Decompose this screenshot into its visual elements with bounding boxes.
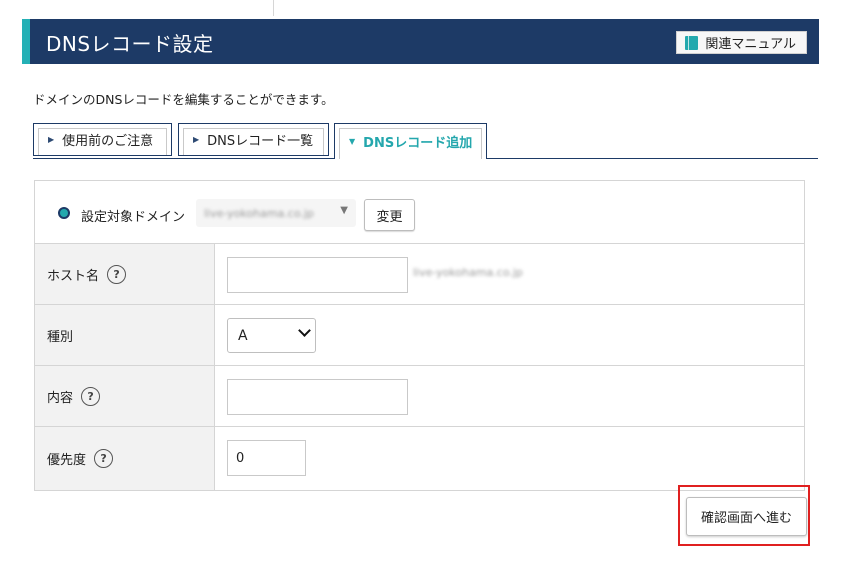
domain-select-value: live-yokohama.co.jp bbox=[204, 206, 314, 220]
help-icon[interactable]: ? bbox=[94, 449, 114, 468]
domain-select[interactable]: live-yokohama.co.jp ▼ bbox=[196, 199, 356, 227]
tab-dns-list[interactable]: ▶ DNSレコード一覧 bbox=[178, 123, 329, 156]
book-icon bbox=[685, 35, 699, 50]
form-row-type: 種別 A bbox=[35, 305, 804, 366]
triangle-right-icon: ▶ bbox=[48, 135, 55, 144]
form-row-content: 内容 ? bbox=[35, 366, 804, 427]
record-type-value: A bbox=[238, 327, 248, 344]
tab-dns-add[interactable]: ▼ DNSレコード追加 bbox=[334, 123, 487, 159]
proceed-to-confirm-button[interactable]: 確認画面へ進む bbox=[686, 497, 807, 536]
related-manual-label: 関連マニュアル bbox=[705, 37, 796, 52]
tab-label: DNSレコード一覧 bbox=[207, 134, 314, 149]
tab-bar: ▶ 使用前のご注意 ▶ DNSレコード一覧 ▼ DNSレコード追加 bbox=[33, 123, 818, 159]
priority-input[interactable]: 0 bbox=[227, 440, 306, 476]
form-row-host: ホスト名 ? live-yokohama.co.jp bbox=[35, 244, 804, 305]
host-input[interactable] bbox=[227, 257, 408, 293]
priority-label: 優先度 bbox=[47, 453, 87, 468]
content-label: 内容 bbox=[47, 390, 74, 406]
type-label: 種別 bbox=[47, 329, 74, 345]
change-domain-button[interactable]: 変更 bbox=[364, 199, 415, 231]
row-label-type: 種別 bbox=[35, 305, 215, 365]
row-label-content: 内容 ? bbox=[35, 366, 215, 426]
triangle-down-icon: ▼ bbox=[349, 137, 356, 146]
dns-record-form: 設定対象ドメイン live-yokohama.co.jp ▼ 変更 ホスト名 ?… bbox=[34, 180, 805, 491]
page-title: DNSレコード設定 bbox=[46, 32, 214, 56]
page-description: ドメインのDNSレコードを編集することができます。 bbox=[33, 92, 334, 107]
host-label: ホスト名 bbox=[47, 268, 100, 284]
help-icon[interactable]: ? bbox=[81, 386, 101, 406]
chevron-down-icon: ▼ bbox=[340, 205, 348, 216]
page-header: DNSレコード設定 関連マニュアル bbox=[22, 19, 819, 64]
triangle-right-icon: ▶ bbox=[193, 135, 200, 144]
chevron-down-icon bbox=[298, 324, 311, 337]
row-label-priority: 優先度 ? bbox=[35, 427, 215, 490]
top-divider bbox=[24, 0, 274, 16]
related-manual-button[interactable]: 関連マニュアル bbox=[676, 31, 807, 54]
radio-selected-icon[interactable] bbox=[58, 207, 70, 219]
tab-precautions[interactable]: ▶ 使用前のご注意 bbox=[33, 123, 172, 156]
content-input[interactable] bbox=[227, 379, 408, 415]
host-domain-suffix: live-yokohama.co.jp bbox=[413, 266, 523, 279]
form-row-priority: 優先度 ? 0 bbox=[35, 427, 804, 490]
tab-label: 使用前のご注意 bbox=[62, 134, 154, 149]
domain-selector-label: 設定対象ドメイン bbox=[81, 210, 186, 225]
record-type-select[interactable]: A bbox=[227, 318, 316, 353]
row-label-host: ホスト名 ? bbox=[35, 244, 215, 304]
tab-label: DNSレコード追加 bbox=[363, 136, 473, 151]
help-icon[interactable]: ? bbox=[107, 264, 127, 284]
domain-selector-row: 設定対象ドメイン live-yokohama.co.jp ▼ 変更 bbox=[35, 181, 804, 244]
